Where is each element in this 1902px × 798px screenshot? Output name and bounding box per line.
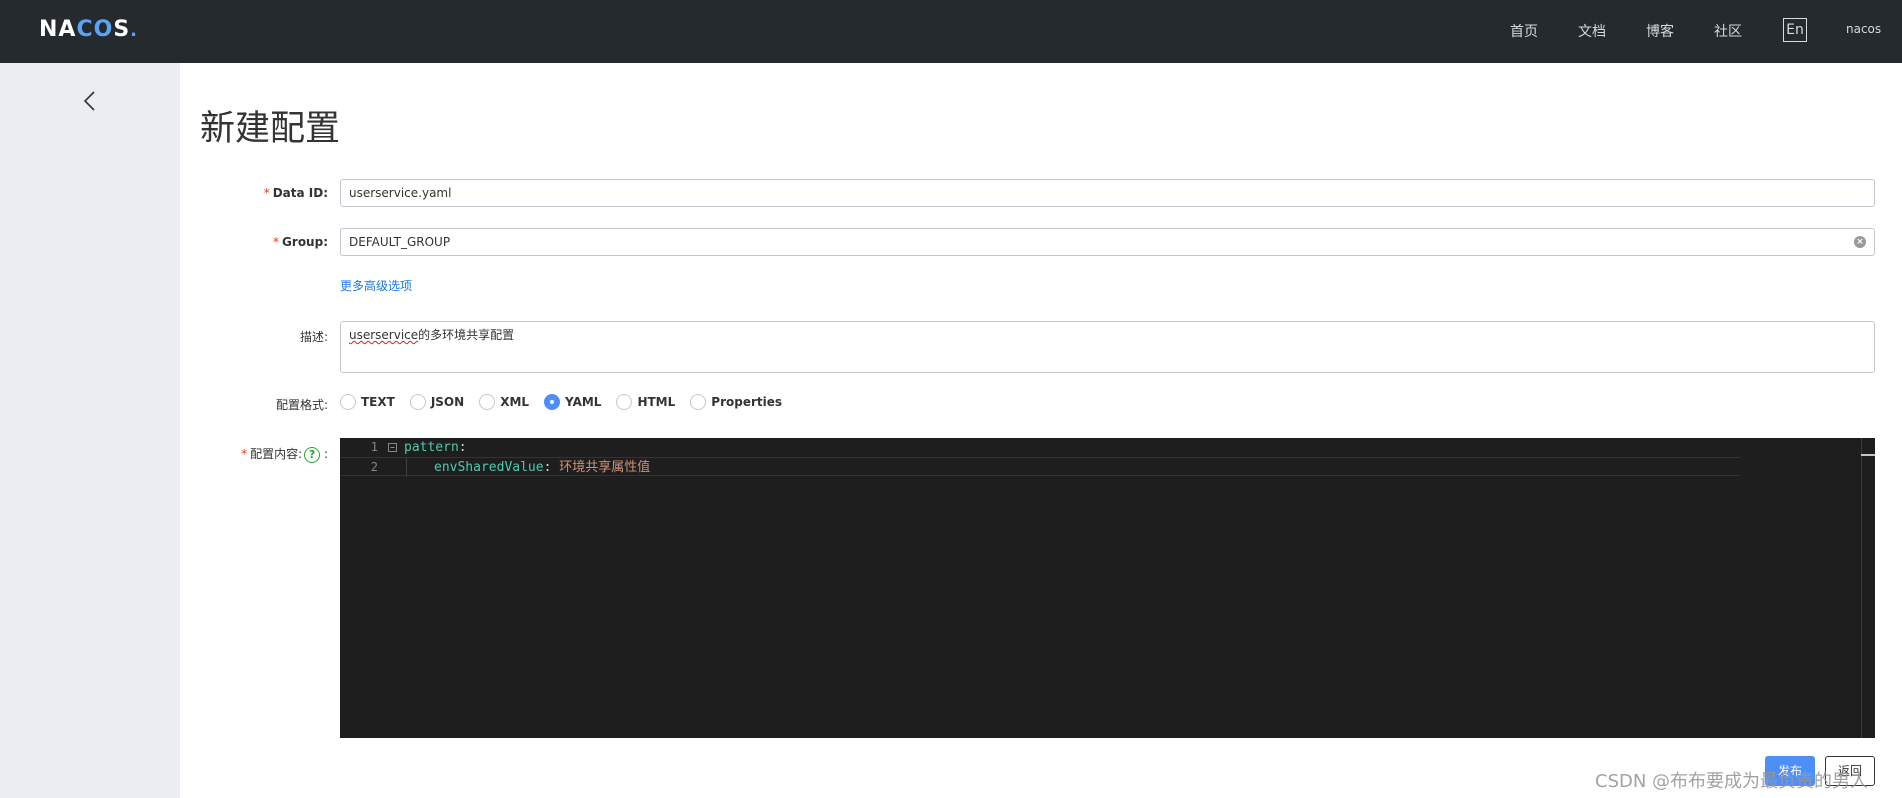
nav-home[interactable]: 首页 bbox=[1510, 21, 1538, 41]
radio-circle[interactable] bbox=[340, 394, 356, 410]
format-radio-properties[interactable]: Properties bbox=[690, 394, 782, 410]
line-number: 2 bbox=[370, 460, 378, 474]
nacos-logo[interactable]: NACOS. bbox=[39, 17, 138, 42]
required-marker: * bbox=[241, 447, 248, 461]
radio-circle[interactable] bbox=[690, 394, 707, 410]
required-marker: * bbox=[273, 235, 280, 249]
format-radio-yaml[interactable]: YAML bbox=[544, 394, 601, 410]
required-marker: * bbox=[263, 186, 270, 200]
data-id-input[interactable]: userservice.yaml bbox=[340, 179, 1875, 207]
format-radio-xml[interactable]: XML bbox=[479, 394, 529, 410]
content-label: * 配置内容:? : bbox=[241, 446, 328, 463]
user-menu[interactable]: nacos bbox=[1846, 22, 1881, 36]
clear-icon[interactable]: × bbox=[1854, 236, 1866, 248]
page-title: 新建配置 bbox=[200, 109, 341, 149]
radio-circle[interactable] bbox=[409, 394, 426, 410]
nav-community[interactable]: 社区 bbox=[1714, 21, 1742, 41]
radio-circle-selected[interactable] bbox=[544, 394, 561, 410]
description-textarea[interactable]: userservice的多环境共享配置 bbox=[340, 321, 1875, 373]
spellcheck-word: userservice bbox=[349, 328, 419, 342]
format-radio-group: TEXT JSON XML YAML HTML Properties bbox=[340, 392, 797, 412]
sidebar bbox=[0, 63, 180, 798]
format-label: 配置格式: bbox=[275, 398, 328, 412]
top-navbar: NACOS. 首页 文档 博客 社区 En nacos bbox=[0, 0, 1902, 63]
line-number: 1 bbox=[370, 440, 378, 454]
radio-circle[interactable] bbox=[479, 394, 496, 410]
back-arrow-icon[interactable] bbox=[80, 88, 102, 114]
nav-blog[interactable]: 博客 bbox=[1646, 21, 1674, 41]
advanced-options-link[interactable]: 更多高级选项 bbox=[340, 277, 412, 294]
editor-line: 2 envSharedValue: 环境共享属性值 bbox=[340, 457, 1740, 477]
code-editor[interactable]: 1 − pattern: 2 envSharedValue: 环境共享属性值 bbox=[340, 438, 1875, 738]
scrollbar-thumb[interactable] bbox=[1861, 454, 1875, 456]
format-radio-json[interactable]: JSON bbox=[409, 394, 464, 410]
description-label: 描述: bbox=[299, 330, 328, 344]
format-radio-text[interactable]: TEXT bbox=[340, 394, 395, 410]
description-text: 的多环境共享配置 bbox=[418, 328, 515, 342]
group-input-value: DEFAULT_GROUP bbox=[349, 235, 451, 249]
fold-toggle-icon[interactable]: − bbox=[388, 443, 397, 452]
format-radio-html[interactable]: HTML bbox=[616, 394, 675, 410]
indent-guide bbox=[406, 458, 407, 477]
help-icon[interactable]: ? bbox=[304, 446, 321, 463]
editor-line: 1 − pattern: bbox=[340, 438, 1740, 457]
nav-docs[interactable]: 文档 bbox=[1578, 21, 1606, 41]
editor-scrollbar[interactable] bbox=[1861, 438, 1875, 738]
code-text: pattern: bbox=[404, 440, 467, 455]
language-toggle-button[interactable]: En bbox=[1783, 18, 1807, 42]
watermark-text: CSDN @布布要成为最负责的男人 bbox=[1595, 771, 1869, 792]
radio-circle[interactable] bbox=[616, 394, 633, 410]
data-id-label: * Data ID: bbox=[263, 186, 328, 200]
group-input[interactable]: DEFAULT_GROUP × bbox=[340, 228, 1875, 256]
code-text: envSharedValue: 环境共享属性值 bbox=[434, 460, 651, 475]
editor-gutter bbox=[340, 438, 390, 738]
group-label: * Group: bbox=[273, 235, 328, 249]
